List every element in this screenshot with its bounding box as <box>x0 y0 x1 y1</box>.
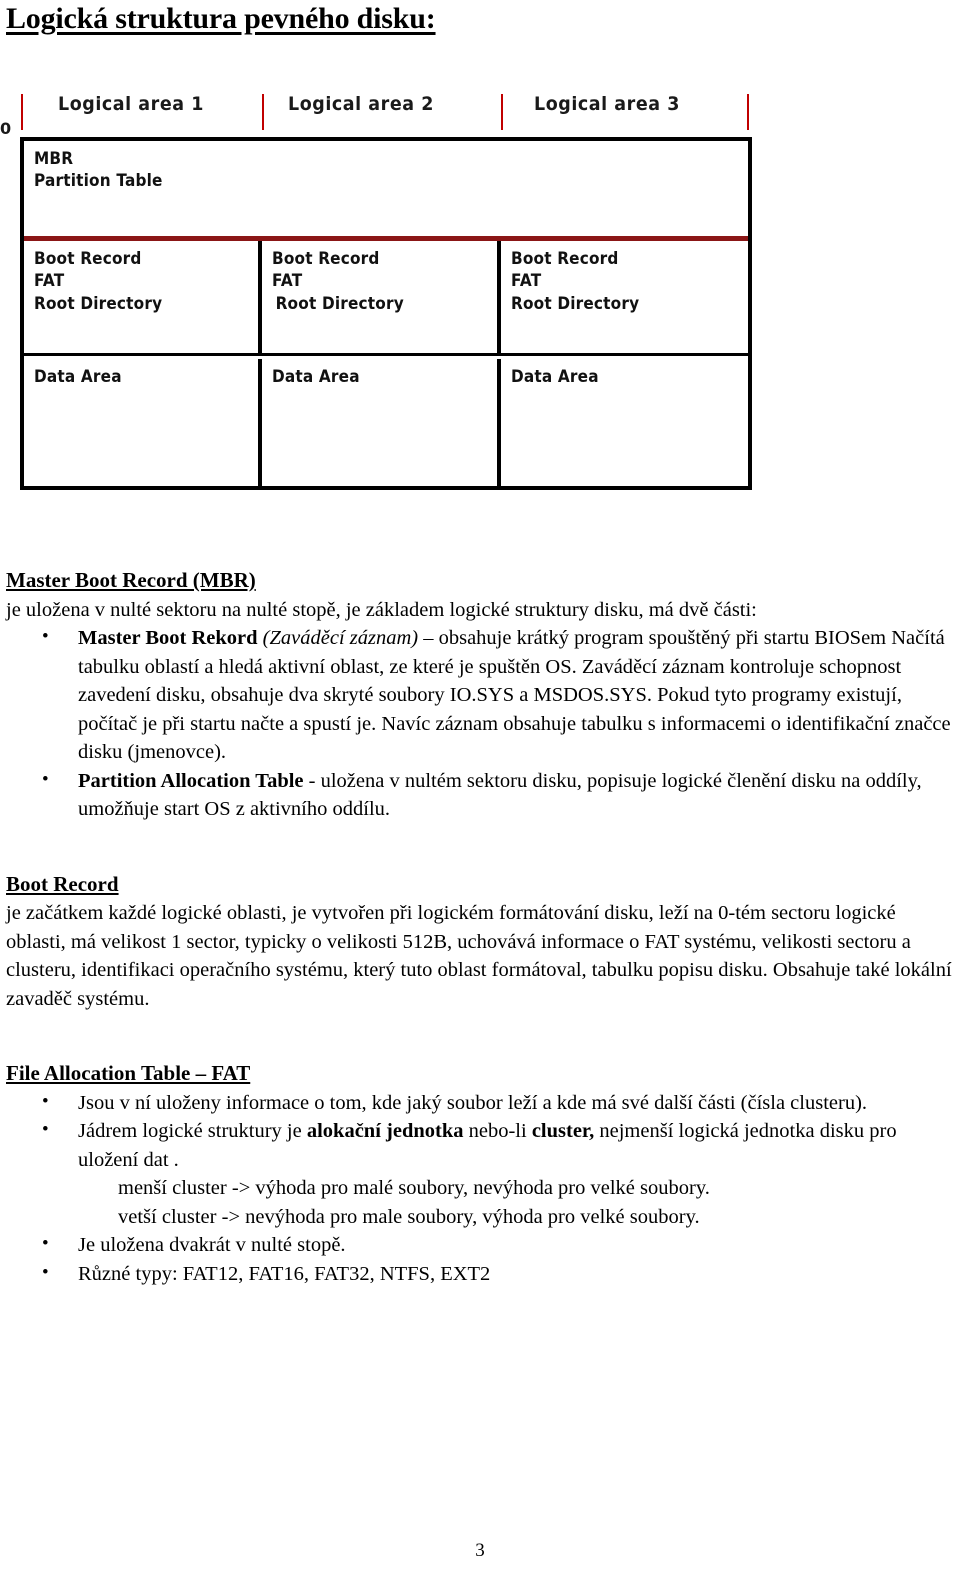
mbr-bullet-1: Master Boot Rekord (Zaváděcí záznam) – o… <box>0 623 960 767</box>
page-number: 3 <box>475 1540 485 1561</box>
page-title: Logická struktura pevného disku: <box>6 2 436 35</box>
mbr-section-heading: Master Boot Record (MBR) <box>6 568 256 592</box>
boot-cell-area-3: Boot Record FAT Root Directory <box>501 241 748 353</box>
mbr-bullet-list: Master Boot Rekord (Zaváděcí záznam) – o… <box>0 623 960 824</box>
logical-area-2-label: Logical area 2 <box>288 93 434 115</box>
boot-cell-2-line-2: FAT <box>272 271 303 292</box>
fat-bullet-list: Jsou v ní uloženy informace o tom, kde j… <box>0 1088 960 1175</box>
disk-structure-diagram: 0 Logical area 1 Logical area 2 Logical … <box>0 86 770 496</box>
fat-bullet-1: Jsou v ní uloženy informace o tom, kde j… <box>0 1088 960 1118</box>
data-cell-3-label: Data Area <box>511 367 599 387</box>
area-tick-1 <box>262 94 264 130</box>
boot-record-heading-wrap: Boot Record <box>0 870 960 900</box>
origin-marker-label: 0 <box>0 119 12 138</box>
fat-bullet-2-bold-1: alokační jednotka <box>306 1120 464 1142</box>
mbr-cell: MBR Partition Table <box>24 141 748 236</box>
area-tick-0 <box>21 94 23 130</box>
logical-area-3-label: Logical area 3 <box>534 93 680 115</box>
document-body: Master Boot Record (MBR) je uložena v nu… <box>0 566 960 1288</box>
boot-record-paragraph: je začátkem každé logické oblasti, je vy… <box>6 902 952 1010</box>
fat-subline-1: menší cluster -> výhoda pro malé soubory… <box>118 1177 710 1199</box>
boot-cell-1-line-1: Boot Record <box>34 249 142 269</box>
spacer-after-boot-record <box>0 1013 960 1059</box>
data-cell-2-label: Data Area <box>272 367 360 387</box>
boot-cell-2-line-3: Root Directory <box>275 293 404 314</box>
diagram-row-mbr: MBR Partition Table <box>24 141 748 241</box>
fat-bullet-4: Různé typy: FAT12, FAT16, FAT32, NTFS, E… <box>0 1259 960 1289</box>
mbr-heading-wrap: Master Boot Record (MBR) <box>0 566 960 596</box>
data-cell-area-3: Data Area <box>501 359 748 486</box>
area-tick-3 <box>747 94 749 130</box>
boot-cell-3-line-1: Boot Record <box>511 249 619 269</box>
fat-bullet-2: Jádrem logické struktury je alokační jed… <box>0 1116 960 1174</box>
mbr-line-1: MBR <box>34 149 74 169</box>
mbr-bullet-2-lead: Partition Allocation Table <box>78 769 304 792</box>
boot-cell-2-line-1: Boot Record <box>272 249 380 269</box>
fat-bullet-2-bold-2: cluster, <box>531 1120 595 1142</box>
spacer-after-mbr <box>0 824 960 870</box>
mbr-bullet-1-italic: (Zaváděcí záznam) <box>262 627 419 649</box>
fat-subline-2: vetší cluster -> nevýhoda pro male soubo… <box>118 1205 700 1228</box>
mbr-intro-paragraph: je uložena v nulté sektoru na nulté stop… <box>6 598 757 621</box>
boot-cell-area-2: Boot Record FAT Root Directory <box>262 241 501 353</box>
boot-cell-3-line-3: Root Directory <box>511 293 640 314</box>
boot-cell-1-line-2: FAT <box>34 271 65 292</box>
diagram-row-data-area: Data Area Data Area Data Area <box>24 359 748 486</box>
mbr-line-2: Partition Table <box>34 171 163 192</box>
fat-bullet-2-lead: Jádrem logické struktury je <box>78 1120 307 1142</box>
boot-cell-3-line-2: FAT <box>511 271 542 292</box>
mbr-bullet-1-lead: Master Boot Rekord <box>78 627 258 649</box>
logical-area-1-label: Logical area 1 <box>58 93 204 115</box>
disk-layout-box: MBR Partition Table Boot Record FAT Root… <box>20 137 752 490</box>
fat-bullet-3: Je uložena dvakrát v nulté stopě. <box>0 1230 960 1260</box>
fat-bullet-2-mid: nebo-li <box>463 1120 532 1142</box>
area-tick-2 <box>501 94 503 130</box>
diagram-row-boot-record: Boot Record FAT Root Directory Boot Reco… <box>24 241 748 356</box>
data-cell-area-2: Data Area <box>262 359 501 486</box>
mbr-bullet-2: Partition Allocation Table - uložena v n… <box>0 766 960 824</box>
boot-record-section-heading: Boot Record <box>6 871 119 896</box>
boot-cell-area-1: Boot Record FAT Root Directory <box>24 241 262 353</box>
fat-bullet-list-2: Je uložena dvakrát v nulté stopě. Různé … <box>0 1230 960 1289</box>
data-cell-area-1: Data Area <box>24 359 262 486</box>
logical-area-label-row: 0 Logical area 1 Logical area 2 Logical … <box>0 86 770 138</box>
fat-section-heading: File Allocation Table – FAT <box>6 1061 251 1085</box>
data-cell-1-label: Data Area <box>34 367 122 387</box>
fat-heading-wrap: File Allocation Table – FAT <box>0 1059 960 1089</box>
boot-cell-1-line-3: Root Directory <box>34 293 163 314</box>
